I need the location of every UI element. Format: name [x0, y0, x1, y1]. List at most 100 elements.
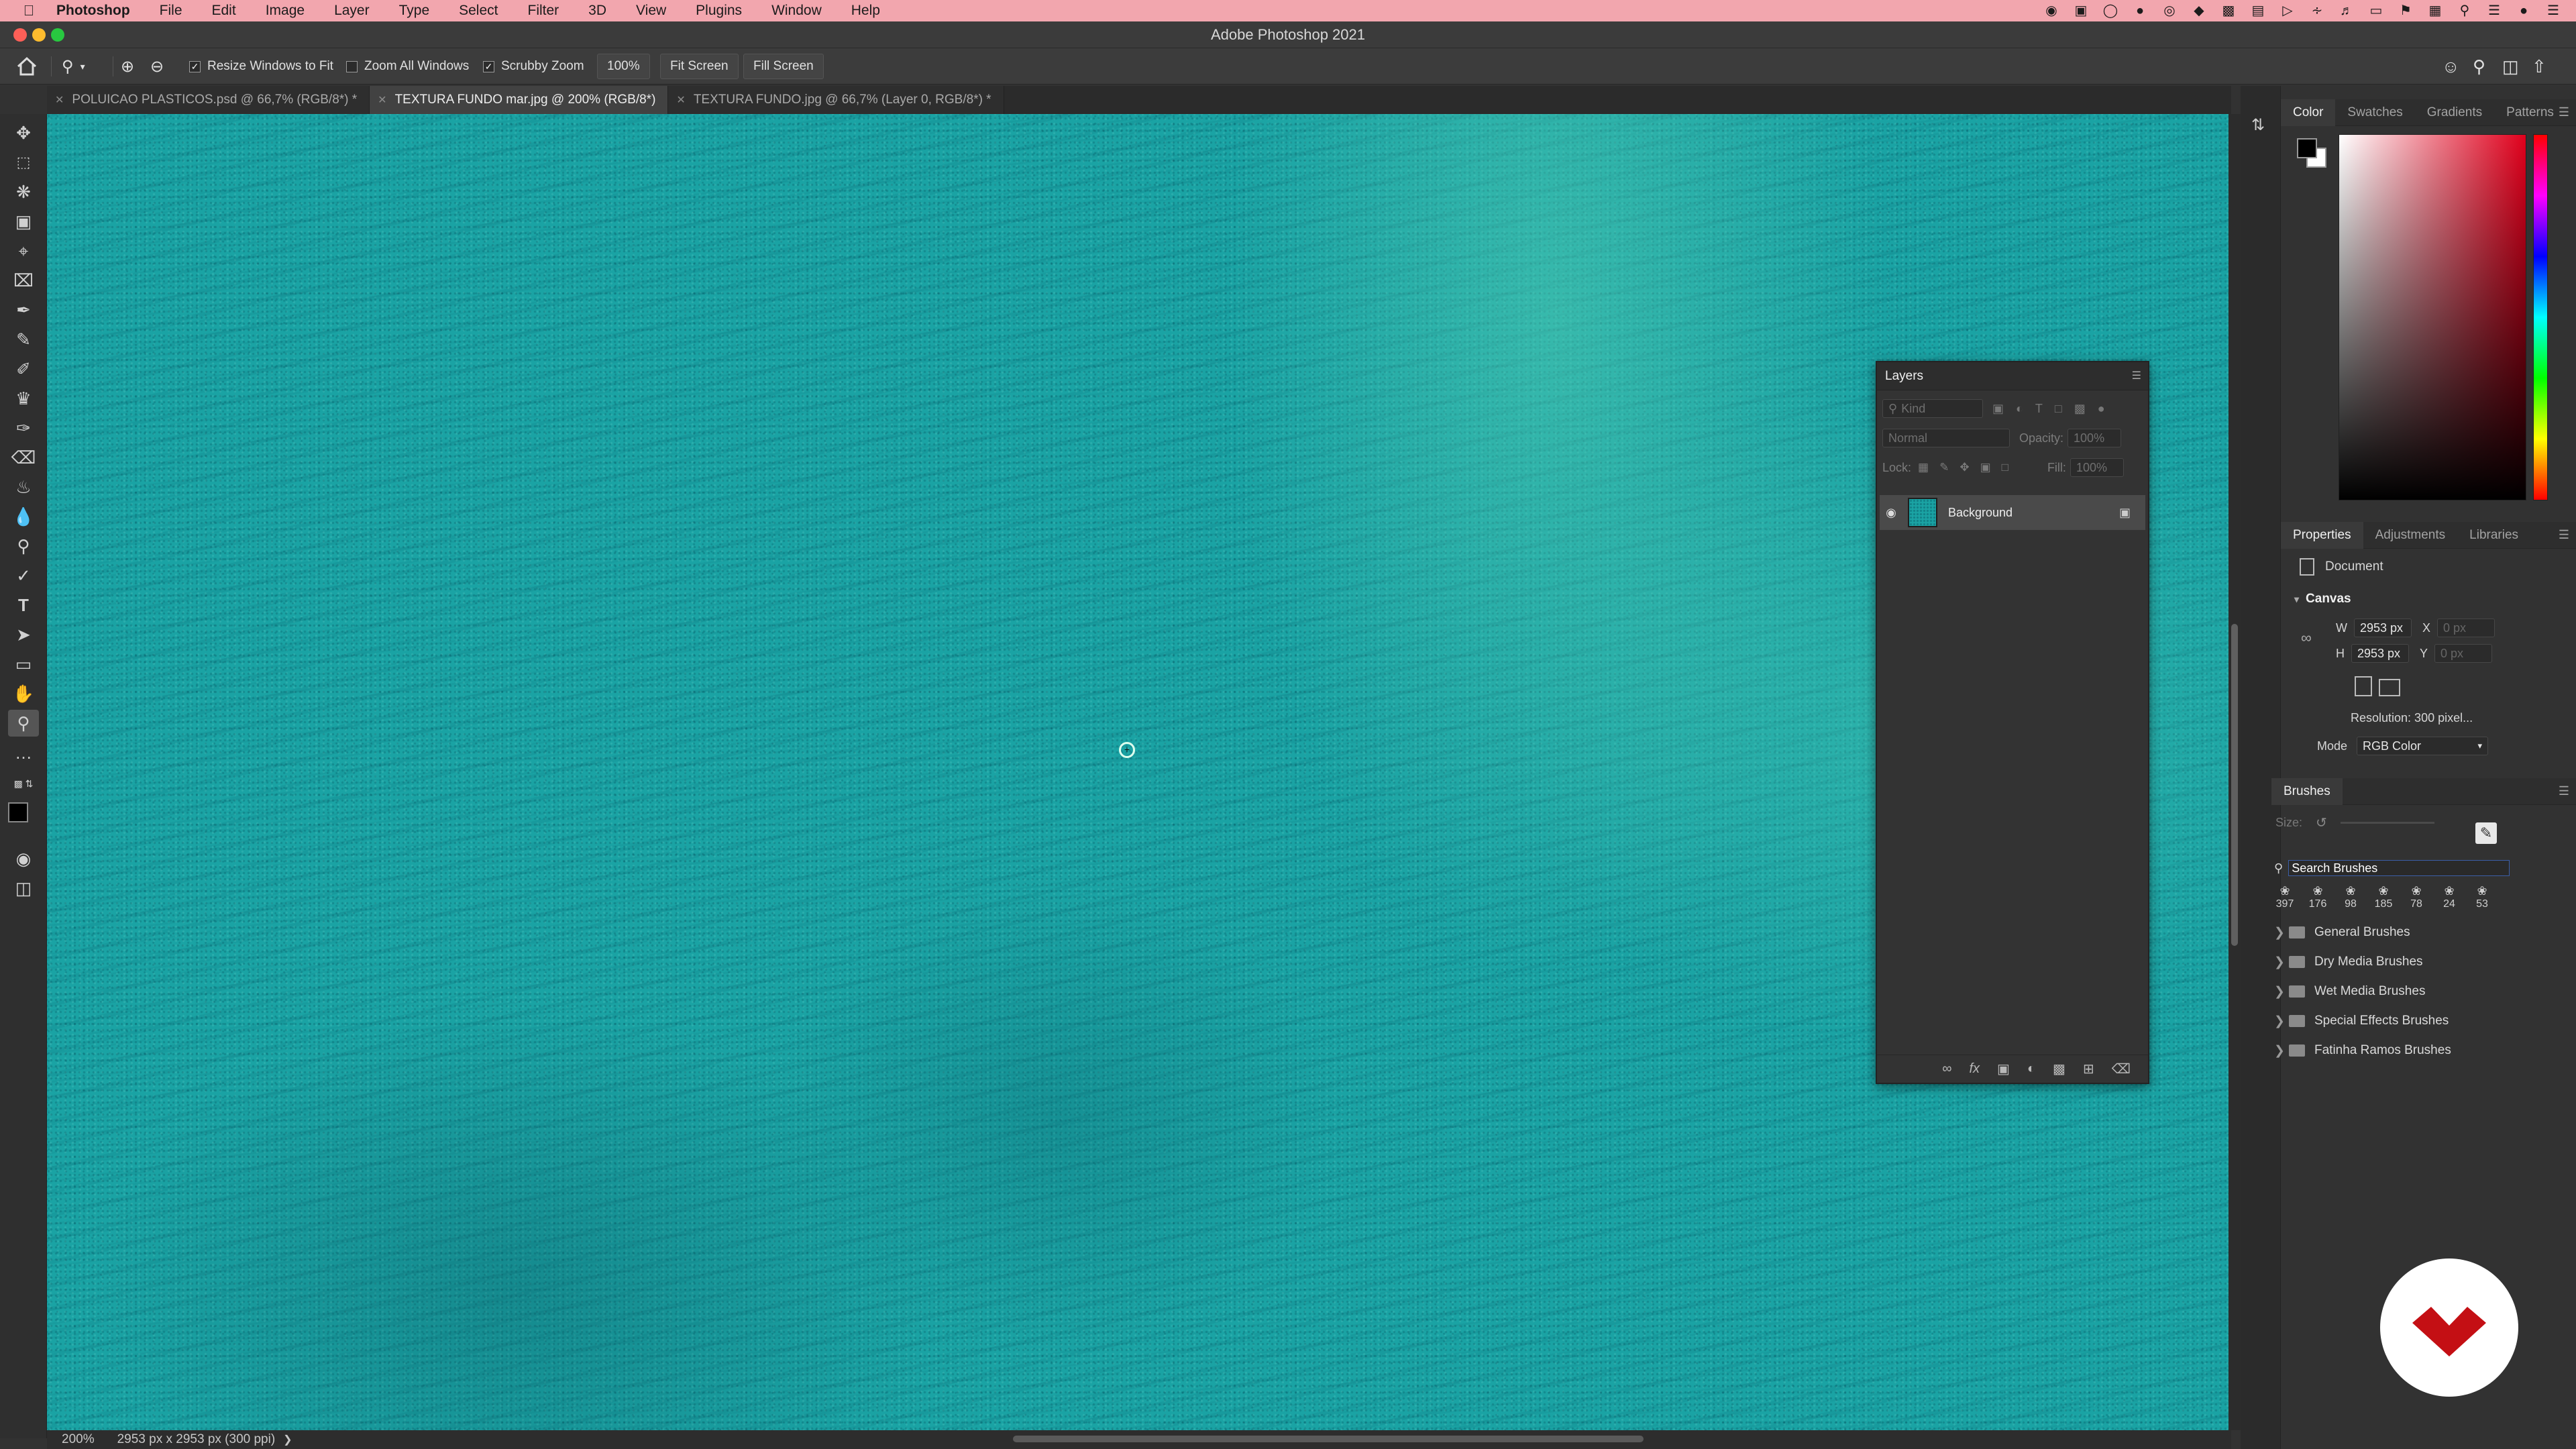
trash-icon[interactable]: ⌫ — [2112, 1061, 2131, 1077]
menu-type[interactable]: Type — [399, 3, 430, 19]
menu-view[interactable]: View — [636, 3, 666, 19]
paint-bucket-tool-icon[interactable]: ♨ — [8, 474, 39, 500]
lock-icon[interactable]: ▣ — [2119, 506, 2131, 520]
resize-windows-checkbox[interactable]: ✓ Resize Windows to Fit — [189, 48, 333, 85]
lock-transparent-icon[interactable]: ▦ — [1918, 461, 1929, 474]
search-icon[interactable]: ⚲ — [2473, 48, 2485, 85]
zoom-100-button[interactable]: 100% — [597, 54, 650, 79]
new-layer-icon[interactable]: ⊞ — [2083, 1061, 2094, 1077]
close-tab-icon[interactable]: ✕ — [55, 93, 64, 107]
quick-mask-icon[interactable]: ◉ — [8, 845, 39, 872]
brush-group-general[interactable]: ❯ General Brushes — [2274, 918, 2410, 947]
link-dimensions-icon[interactable]: ∞ — [2301, 629, 2312, 647]
path-selection-tool-icon[interactable]: ➤ — [8, 621, 39, 648]
reset-icon[interactable]: ↺ — [2316, 814, 2327, 831]
opacity-field[interactable]: 100% — [2068, 429, 2122, 447]
menu-window[interactable]: Window — [771, 3, 822, 19]
brush-group-dry-media[interactable]: ❯ Dry Media Brushes — [2274, 947, 2423, 977]
frame-tool-icon[interactable]: ⌧ — [8, 267, 39, 294]
brush-group-wet-media[interactable]: ❯ Wet Media Brushes — [2274, 977, 2425, 1006]
maximize-window-button[interactable] — [51, 28, 64, 42]
add-mask-icon[interactable]: ▣ — [1997, 1061, 2010, 1077]
menu-image[interactable]: Image — [266, 3, 305, 19]
marquee-tool-icon[interactable]: ⬚ — [8, 149, 39, 176]
width-field[interactable]: 2953 px — [2354, 619, 2412, 637]
recent-brush-7[interactable]: ❀ 53 — [2471, 884, 2493, 910]
share-icon[interactable]: ⇧ — [2532, 48, 2546, 85]
sync-icon[interactable]: ◯ — [2101, 3, 2120, 19]
history-brush-tool-icon[interactable]: ✑ — [8, 415, 39, 441]
move-tool-icon[interactable]: ✥ — [8, 119, 39, 146]
lock-position-icon[interactable]: ✥ — [1960, 461, 1969, 474]
siri-icon[interactable]: ● — [2514, 3, 2533, 19]
control-center-icon[interactable]: ▦ — [2426, 3, 2445, 19]
close-tab-icon[interactable]: ✕ — [378, 93, 386, 107]
tips-icon[interactable]: ☺ — [2442, 48, 2460, 85]
zoom-out-icon[interactable]: ⊖ — [150, 48, 164, 85]
screen-mode-icon[interactable]: ◫ — [8, 875, 39, 902]
height-field[interactable]: 2953 px — [2351, 644, 2409, 663]
close-tab-icon[interactable]: ✕ — [676, 93, 685, 107]
menu-app[interactable]: Photoshop — [56, 3, 130, 19]
scrubby-zoom-check[interactable]: ✓ — [483, 60, 494, 72]
tab-brushes[interactable]: Brushes — [2271, 777, 2343, 805]
lasso-tool-icon[interactable]: ❋ — [8, 178, 39, 205]
fx-icon[interactable]: fx — [1969, 1061, 1980, 1077]
shape-filter-icon[interactable]: □ — [2055, 402, 2062, 416]
adjustment-layer-icon[interactable]: ◐ — [2027, 1061, 2035, 1077]
portrait-orientation-icon[interactable] — [2355, 676, 2372, 696]
zoom-in-icon[interactable]: ⊕ — [121, 48, 134, 85]
blur-tool-icon[interactable]: 💧 — [8, 503, 39, 530]
recent-brush-3[interactable]: ❀ 98 — [2340, 884, 2361, 910]
tab-textura-fundo-mar[interactable]: ✕ TEXTURA FUNDO mar.jpg @ 200% (RGB/8*) — [370, 86, 669, 114]
workspace-icon[interactable]: ◫ — [2502, 48, 2519, 85]
menu-layer[interactable]: Layer — [334, 3, 370, 19]
landscape-orientation-icon[interactable] — [2379, 679, 2400, 696]
battery-icon[interactable]: ▭ — [2367, 3, 2385, 19]
rectangle-tool-icon[interactable]: ▭ — [8, 651, 39, 678]
collapse-chevron-icon[interactable]: ▾ — [2294, 594, 2299, 604]
layers-panel-header[interactable]: Layers ☰ — [1877, 362, 2148, 390]
layer-name[interactable]: Background — [1948, 506, 2119, 520]
recent-brush-6[interactable]: ❀ 24 — [2438, 884, 2460, 910]
zoom-all-windows-checkbox[interactable]: Zoom All Windows — [346, 48, 469, 85]
healing-brush-tool-icon[interactable]: ✎ — [8, 326, 39, 353]
menu-file[interactable]: File — [160, 3, 182, 19]
layer-kind-filter[interactable]: ⚲ Kind — [1882, 399, 1983, 418]
apple-menu-icon[interactable]:  — [19, 2, 39, 19]
menu-plugins[interactable]: Plugins — [696, 3, 742, 19]
filter-toggle-icon[interactable]: ● — [2098, 402, 2105, 416]
creative-cloud-icon[interactable]: ◉ — [2042, 3, 2061, 19]
history-panel-icon[interactable]: ⇅ — [2251, 115, 2265, 135]
flag-icon[interactable]: ⚑ — [2396, 3, 2415, 19]
layer-row-background[interactable]: ◉ Background ▣ — [1880, 495, 2145, 530]
vertical-scroll-thumb[interactable] — [2231, 624, 2238, 946]
tab-properties[interactable]: Properties — [2281, 521, 2363, 549]
eyedropper-tool-icon[interactable]: ✒ — [8, 297, 39, 323]
wifi-icon[interactable]: ∻ — [2308, 3, 2326, 19]
camera-icon[interactable]: ● — [2131, 3, 2149, 19]
canvas-section[interactable]: ▾ Canvas — [2294, 592, 2351, 606]
resize-windows-check[interactable]: ✓ — [189, 60, 201, 72]
brush-tool-icon[interactable]: ✐ — [8, 356, 39, 382]
tab-libraries[interactable]: Libraries — [2457, 522, 2530, 549]
tab-patterns[interactable]: Patterns — [2494, 99, 2566, 126]
zoom-level[interactable]: 200% — [62, 1432, 95, 1447]
panel-menu-icon[interactable]: ☰ — [2559, 784, 2569, 798]
eye-visibility-icon[interactable]: ◉ — [1880, 506, 1902, 520]
more-tools-icon[interactable]: … — [8, 739, 39, 766]
message-icon[interactable]: ▩ — [2219, 3, 2238, 19]
tab-poluicao-plasticos[interactable]: ✕ POLUICAO PLASTICOS.psd @ 66,7% (RGB/8*… — [47, 86, 370, 114]
panel-menu-icon[interactable]: ☰ — [2559, 105, 2569, 119]
minimize-window-button[interactable] — [32, 28, 46, 42]
home-icon[interactable] — [16, 48, 38, 85]
lock-all-icon[interactable]: □ — [2002, 461, 2008, 474]
lock-artboard-icon[interactable]: ▣ — [1980, 461, 1991, 474]
spotlight-search-icon[interactable]: ⚲ — [2455, 3, 2474, 19]
recent-brush-2[interactable]: ❀ 176 — [2307, 884, 2328, 910]
play-icon[interactable]: ▷ — [2278, 3, 2297, 19]
zoom-tool-icon[interactable]: ⚲ — [8, 710, 39, 737]
crop-tool-icon[interactable]: ⌖ — [8, 237, 39, 264]
new-group-folder-icon[interactable]: ▩ — [2053, 1061, 2065, 1077]
type-filter-icon[interactable]: T — [2035, 402, 2043, 416]
